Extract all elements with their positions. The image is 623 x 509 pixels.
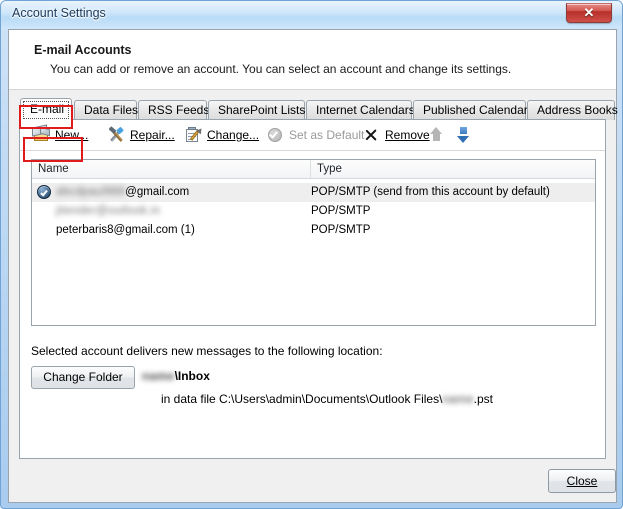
tab-email-label: E-mail: [30, 102, 65, 116]
tab-internet-calendars-label: Internet Calendars: [316, 103, 415, 117]
account-name-cell: jitender@outlook.in: [56, 202, 160, 221]
new-account-button[interactable]: New...: [32, 124, 89, 146]
tab-sharepoint-lists[interactable]: SharePoint Lists: [208, 100, 305, 120]
redacted-account-name: abcdpaul988: [56, 186, 126, 198]
account-name-suffix: @gmail.com: [125, 186, 190, 198]
change-account-button[interactable]: Change...: [185, 124, 259, 146]
account-name-cell: abcdpaul988@gmail.com: [56, 183, 189, 202]
close-button[interactable]: Close: [548, 469, 616, 493]
tab-published-calendars[interactable]: Published Calendars: [413, 100, 534, 120]
account-name-cell: peterbaris8@gmail.com (1): [56, 224, 195, 236]
account-type-cell: POP/SMTP: [311, 224, 371, 236]
redacted-data-file-name: name: [442, 392, 474, 406]
change-folder-label: Change Folder: [43, 370, 123, 384]
repair-account-button[interactable]: Repair...: [108, 124, 175, 146]
tab-strip: E-mail Data Files RSS Feeds SharePoint L…: [9, 98, 618, 121]
default-account-check-icon: [37, 185, 51, 199]
close-icon: ✕: [583, 5, 595, 20]
email-tab-panel: New... Repair... Change... Set as Defaul…: [19, 119, 606, 459]
remove-account-label: Remove: [385, 128, 430, 142]
tab-address-books[interactable]: Address Books: [527, 100, 618, 120]
arrow-down-icon: [457, 136, 469, 143]
account-type-cell: POP/SMTP: [311, 205, 371, 217]
table-row[interactable]: peterbaris8@gmail.com (1) POP/SMTP: [32, 221, 595, 240]
dialog-client-area: E-mail Accounts You can add or remove an…: [8, 29, 618, 503]
page-subtitle: You can add or remove an account. You ca…: [50, 62, 512, 76]
redacted-folder-name: name: [142, 369, 175, 383]
header-banner: E-mail Accounts You can add or remove an…: [9, 30, 616, 90]
title-bar: Account Settings ✕: [1, 1, 622, 29]
tab-published-calendars-label: Published Calendars: [423, 103, 534, 117]
change-clipboard-icon: [185, 126, 204, 143]
list-header-row: Name Type: [32, 160, 595, 179]
column-header-name[interactable]: Name: [32, 160, 311, 178]
remove-x-icon: [363, 127, 380, 143]
table-row[interactable]: jitender@outlook.in POP/SMTP: [32, 202, 595, 221]
tab-rss-feeds-label: RSS Feeds: [148, 103, 210, 117]
window-close-button[interactable]: ✕: [566, 3, 612, 23]
arrow-up-icon: [430, 127, 442, 134]
change-account-label: Change...: [207, 128, 260, 142]
tab-email[interactable]: E-mail: [20, 98, 72, 121]
tab-rss-feeds[interactable]: RSS Feeds: [138, 100, 209, 120]
selected-folder-path: name\Inbox: [142, 369, 210, 383]
account-type-cell: POP/SMTP (send from this account by defa…: [311, 186, 550, 198]
move-down-button[interactable]: [455, 126, 472, 144]
repair-account-label: Repair...: [130, 128, 175, 142]
check-circle-icon: [267, 127, 284, 143]
accounts-list[interactable]: Name Type abcdpaul988@gmail.com POP/SMTP…: [31, 159, 596, 326]
repair-tools-icon: [108, 126, 125, 143]
redacted-account-name: jitender@outlook.in: [56, 205, 161, 217]
tab-data-files[interactable]: Data Files: [74, 100, 138, 120]
change-folder-button[interactable]: Change Folder: [31, 366, 135, 389]
remove-account-button[interactable]: Remove: [363, 124, 430, 146]
window-title: Account Settings: [12, 6, 106, 20]
data-file-prefix: in data file C:\Users\admin\Documents\Ou…: [161, 392, 443, 406]
folder-path-text: \Inbox: [174, 369, 210, 383]
page-title: E-mail Accounts: [34, 43, 132, 57]
data-file-path: in data file C:\Users\admin\Documents\Ou…: [161, 392, 493, 406]
column-header-type[interactable]: Type: [311, 160, 595, 178]
account-settings-dialog: Account Settings ✕ E-mail Accounts You c…: [0, 0, 623, 509]
data-file-suffix: .pst: [473, 392, 494, 406]
tab-sharepoint-lists-label: SharePoint Lists: [218, 103, 306, 117]
new-account-label: New...: [55, 128, 89, 142]
set-as-default-button: Set as Default: [267, 124, 364, 146]
delivery-location-label: Selected account delivers new messages t…: [31, 344, 383, 358]
set-as-default-label: Set as Default: [289, 128, 365, 142]
move-up-button: [428, 126, 445, 144]
tab-internet-calendars[interactable]: Internet Calendars: [306, 100, 415, 120]
tab-address-books-label: Address Books: [537, 103, 618, 117]
accounts-toolbar: New... Repair... Change... Set as Defaul…: [20, 120, 605, 151]
new-mail-icon: [32, 124, 50, 143]
tab-data-files-label: Data Files: [84, 103, 139, 117]
table-row[interactable]: abcdpaul988@gmail.com POP/SMTP (send fro…: [32, 183, 595, 202]
close-button-label: Close: [566, 474, 598, 488]
